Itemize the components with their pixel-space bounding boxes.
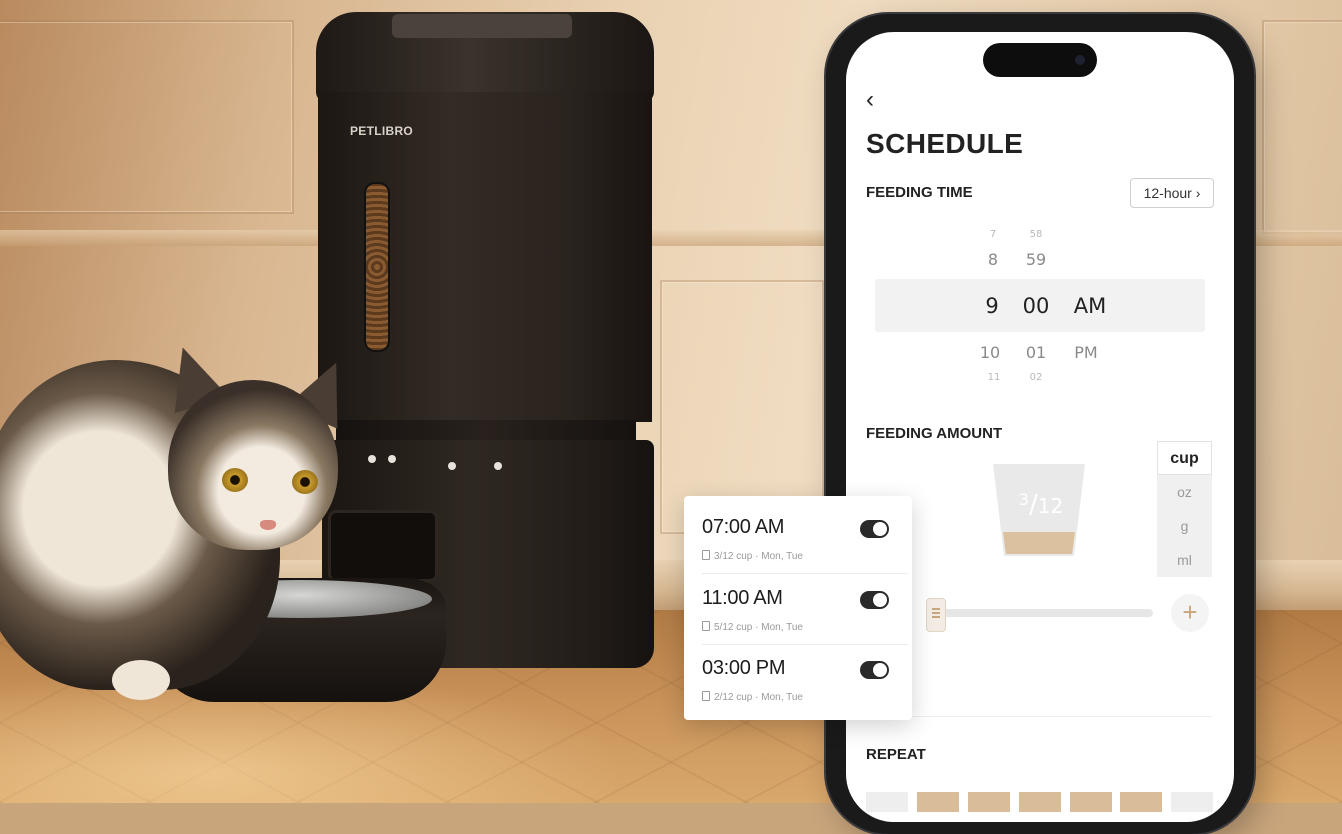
cat-paw — [112, 660, 170, 700]
schedule-time: 03:00 PM — [702, 657, 786, 679]
wall-panel — [0, 20, 294, 214]
schedule-detail-text: 2/12 cup · Mon, Tue — [714, 692, 803, 703]
schedule-time: 07:00 AM — [702, 516, 785, 538]
repeat-day-toggle[interactable] — [866, 792, 908, 812]
picker-hour-item[interactable]: 8 — [981, 250, 1005, 269]
back-chevron-icon[interactable]: ‹ — [866, 86, 892, 114]
feeder-lid-handle — [392, 14, 572, 38]
picker-minute-item[interactable]: 59 — [1020, 250, 1052, 269]
repeat-label: REPEAT — [866, 746, 926, 763]
schedule-detail-text: 3/12 cup · Mon, Tue — [714, 551, 803, 562]
schedule-toggle[interactable] — [860, 661, 889, 679]
section-divider — [866, 716, 1212, 717]
repeat-day-toggle[interactable] — [1019, 792, 1061, 812]
wifi-indicator-icon — [388, 455, 396, 463]
picker-hour-faded: 7 — [989, 229, 997, 240]
picker-minute-item[interactable]: 01 — [1020, 343, 1052, 362]
schedule-detail: 2/12 cup · Mon, Tue — [702, 691, 803, 703]
picker-period-item[interactable]: PM — [1068, 343, 1104, 362]
amount-slider-track[interactable] — [937, 609, 1153, 617]
cat-head — [168, 380, 338, 550]
cat-eye — [222, 468, 248, 492]
unit-option-ml[interactable]: ml — [1157, 552, 1212, 568]
repeat-day-toggle[interactable] — [1120, 792, 1162, 812]
picker-minute-faded: 02 — [1029, 372, 1043, 383]
time-format-button[interactable]: 12-hour › — [1130, 178, 1214, 208]
schedule-item[interactable]: 11:00 AM 5/12 cup · Mon, Tue — [684, 567, 912, 637]
picker-period-selected[interactable]: AM — [1068, 294, 1112, 318]
picker-hour-faded: 11 — [987, 372, 1001, 383]
feeding-time-label: FEEDING TIME — [866, 184, 973, 201]
schedule-toggle[interactable] — [860, 520, 889, 538]
page-title: SCHEDULE — [866, 128, 1024, 159]
schedule-toggle[interactable] — [860, 591, 889, 609]
cat-eye — [292, 470, 318, 494]
picker-hour-selected[interactable]: 9 — [979, 294, 1005, 318]
bowl-icon — [702, 550, 710, 560]
amount-denominator: 12 — [1037, 494, 1064, 518]
food-level-window — [364, 182, 390, 352]
bowl-icon — [702, 691, 710, 701]
repeat-day-toggle[interactable] — [917, 792, 959, 812]
camera-icon — [1075, 55, 1085, 65]
schedule-item[interactable]: 03:00 PM 2/12 cup · Mon, Tue — [684, 637, 912, 707]
schedule-item[interactable]: 07:00 AM 3/12 cup · Mon, Tue — [684, 496, 912, 566]
repeat-day-toggle[interactable] — [1171, 792, 1213, 812]
food-chute — [328, 510, 438, 582]
schedule-detail: 5/12 cup · Mon, Tue — [702, 621, 803, 633]
picker-minute-selected[interactable]: 00 — [1018, 294, 1054, 318]
feeder-brand-logo: PETLIBRO — [350, 124, 414, 138]
repeat-day-toggle[interactable] — [968, 792, 1010, 812]
repeat-day-toggle[interactable] — [1070, 792, 1112, 812]
amount-fraction: 3/12 — [1018, 490, 1064, 520]
amount-slider-handle[interactable] — [926, 598, 946, 632]
schedule-time: 11:00 AM — [702, 587, 783, 609]
amount-numerator: 3 — [1018, 490, 1029, 509]
unit-option-oz[interactable]: oz — [1157, 484, 1212, 500]
schedule-detail: 3/12 cup · Mon, Tue — [702, 550, 803, 562]
power-button-icon — [494, 462, 502, 470]
increase-amount-button[interactable]: + — [1171, 594, 1209, 632]
wall-panel — [1262, 20, 1342, 234]
picker-minute-faded: 58 — [1029, 229, 1043, 240]
unit-option-cup[interactable]: cup — [1157, 441, 1212, 475]
bowl-icon — [702, 621, 710, 631]
cat-nose — [260, 520, 276, 530]
cup-fill-level — [1003, 532, 1075, 554]
lock-indicator-icon — [368, 455, 376, 463]
feed-button-icon — [448, 462, 456, 470]
picker-hour-item[interactable]: 10 — [976, 343, 1004, 362]
feeding-amount-label: FEEDING AMOUNT — [866, 425, 1003, 442]
unit-option-g[interactable]: g — [1157, 518, 1212, 534]
schedule-detail-text: 5/12 cup · Mon, Tue — [714, 622, 803, 633]
